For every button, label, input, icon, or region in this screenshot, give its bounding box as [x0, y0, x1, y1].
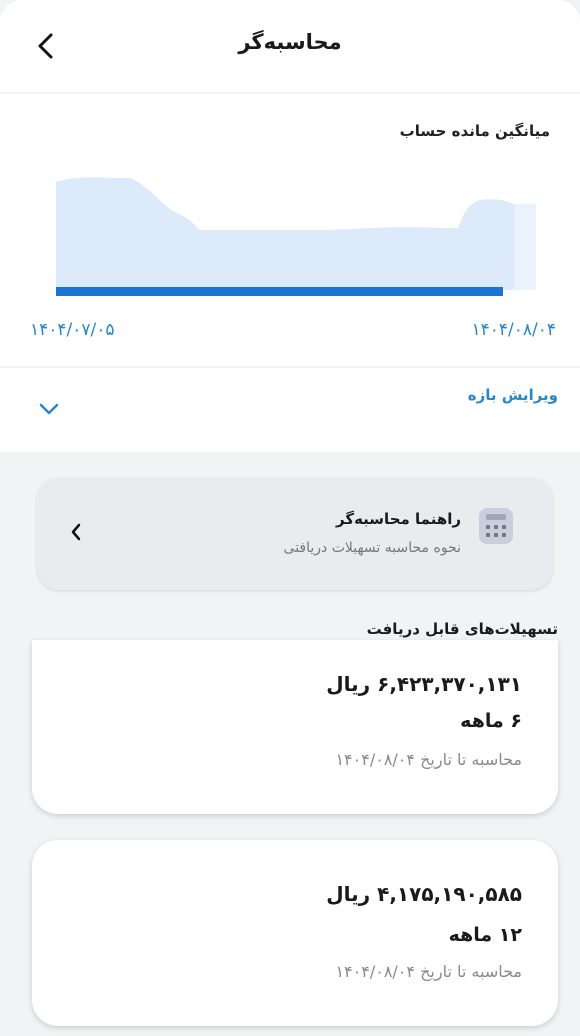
loan-amount: ۶,۴۲۳,۳۷۰,۱۳۱ ریال	[326, 672, 522, 696]
guide-subtitle: نحوه محاسبه تسهیلات دریافتی	[283, 540, 461, 556]
balance-chart-section: میانگین مانده حساب ۱۴۰۴/۰۷/۰۵ ۱۴۰۴/۰۸/۰۴	[0, 94, 580, 366]
edit-range-row[interactable]: ویرایش بازه	[0, 368, 580, 452]
loan-term: ۱۲ ماهه	[448, 924, 522, 946]
loan-calc-date: محاسبه تا تاریخ ۱۴۰۴/۰۸/۰۴	[335, 962, 522, 981]
balance-bar	[56, 287, 503, 296]
chart-end-label: ۱۴۰۴/۰۸/۰۴	[471, 320, 556, 340]
loan-amount: ۴,۱۷۵,۱۹۰,۵۸۵ ریال	[326, 882, 522, 906]
chevron-left-icon	[71, 523, 81, 541]
guide-title: راهنما محاسبه‌گر	[336, 510, 461, 528]
calculator-guide-card[interactable]: راهنما محاسبه‌گر نحوه محاسبه تسهیلات دری…	[37, 478, 553, 590]
loans-section-title: تسهیلات‌های قابل دریافت	[366, 620, 558, 638]
balance-area-tail	[514, 204, 536, 290]
balance-area	[56, 177, 514, 290]
page-title: محاسبه‌گر	[238, 30, 342, 54]
chart-start-label: ۱۴۰۴/۰۷/۰۵	[30, 320, 115, 340]
edit-range-label: ویرایش بازه	[467, 386, 558, 404]
loan-card[interactable]: ۴,۱۷۵,۱۹۰,۵۸۵ ریال ۱۲ ماهه محاسبه تا تار…	[32, 840, 558, 1026]
app-header: محاسبه‌گر	[0, 0, 580, 92]
calculator-icon	[479, 508, 513, 544]
chevron-down-icon[interactable]	[38, 402, 60, 416]
loan-calc-date: محاسبه تا تاریخ ۱۴۰۴/۰۸/۰۴	[335, 750, 522, 769]
loan-term: ۶ ماهه	[460, 710, 522, 732]
loan-card[interactable]: ۶,۴۲۳,۳۷۰,۱۳۱ ریال ۶ ماهه محاسبه تا تاری…	[32, 640, 558, 814]
